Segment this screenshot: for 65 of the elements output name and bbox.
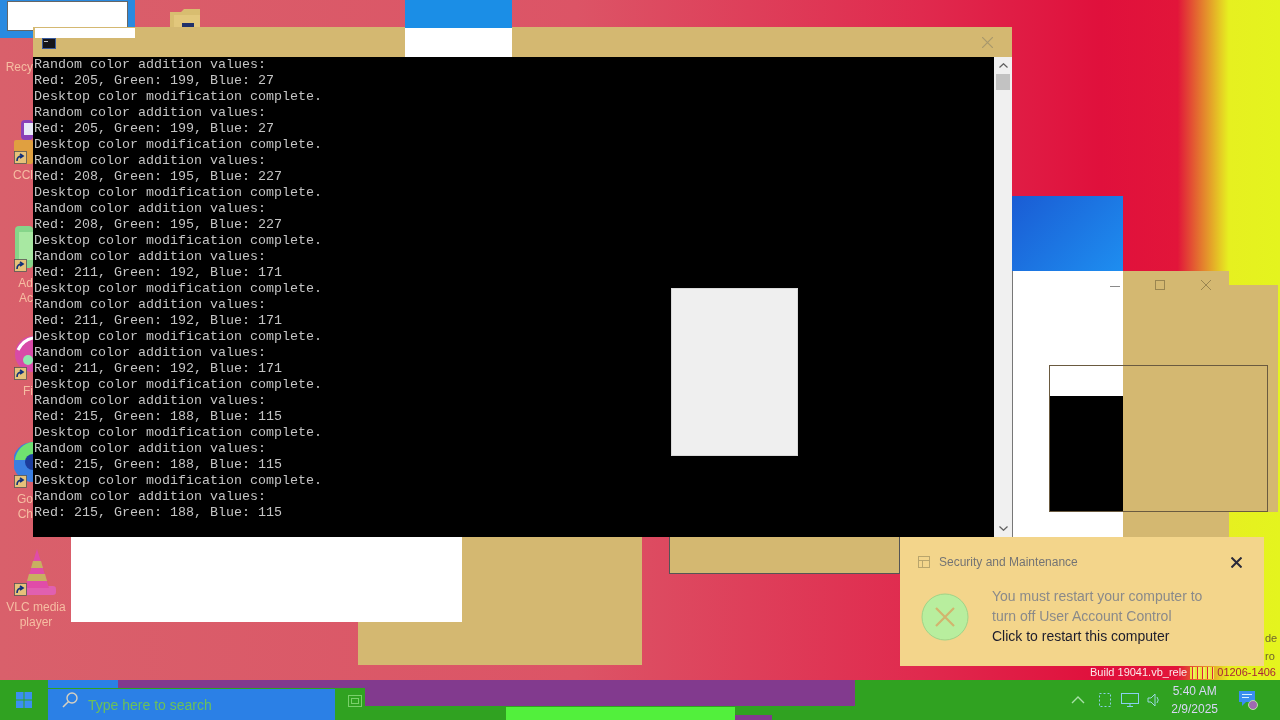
console-line: Random color addition values: [34, 57, 267, 73]
app-shortcut-icon[interactable] [14, 226, 33, 272]
console-line: Red: 215, Green: 188, Blue: 115 [34, 409, 283, 425]
console-line: Random color addition values: [34, 153, 267, 169]
scrollbar[interactable] [994, 57, 1012, 537]
console-line: Desktop color modification complete. [34, 137, 323, 153]
console-line: Desktop color modification complete. [34, 89, 323, 105]
console-line: Red: 208, Green: 195, Blue: 227 [34, 169, 283, 185]
close-icon[interactable] [1231, 556, 1242, 568]
chevron-up-icon[interactable] [998, 63, 1008, 68]
shortcut-label[interactable]: Recy [5, 60, 33, 75]
speaker-icon[interactable] [1147, 693, 1162, 707]
edge-text: ro [1265, 649, 1276, 664]
app-shortcut-icon[interactable] [14, 442, 33, 488]
shortcut-label[interactable]: Fi [23, 384, 33, 399]
traffic-cone-icon[interactable] [14, 548, 58, 596]
console-line: Red: 211, Green: 192, Blue: 171 [34, 265, 283, 281]
shortcut-label[interactable]: Go Ch [17, 492, 33, 522]
console-line: Red: 215, Green: 188, Blue: 115 [34, 457, 283, 473]
shortcut-label[interactable]: VLC media player [6, 600, 66, 630]
console-line: Desktop color modification complete. [34, 377, 323, 393]
scrollbar-thumb[interactable] [996, 74, 1010, 90]
console-line: Random color addition values: [34, 105, 267, 121]
error-icon [921, 593, 969, 641]
edge-text: de [1265, 631, 1278, 646]
restart-link[interactable]: Click to restart this computer [992, 626, 1226, 646]
console-line: Desktop color modification complete. [34, 281, 323, 297]
console-line: Random color addition values: [34, 201, 267, 217]
console-line: Desktop color modification complete. [34, 185, 323, 201]
notification-toast[interactable]: Security and Maintenance You must restart your computer to turn off User Account Control Click to restart this computer [900, 537, 1264, 666]
app-shortcut-icon[interactable] [14, 120, 33, 164]
console-line: Random color addition values: [34, 249, 267, 265]
maximize-icon[interactable] [1155, 280, 1165, 290]
app-icon [918, 556, 930, 568]
console-line: Random color addition values: [34, 297, 267, 313]
noise-patch [1190, 666, 1215, 679]
console-line: Red: 208, Green: 195, Blue: 227 [34, 217, 283, 233]
console-line: Random color addition values: [34, 489, 267, 505]
console-line: Red: 211, Green: 192, Blue: 171 [34, 313, 283, 329]
task-view-icon[interactable] [348, 695, 362, 707]
console-line: Red: 211, Green: 192, Blue: 171 [34, 361, 283, 377]
monitor-icon[interactable] [1121, 693, 1140, 707]
search-icon [62, 692, 78, 708]
clock-button[interactable]: 5:40 AM 2/9/2025 [1171, 682, 1218, 718]
console-line: Desktop color modification complete. [34, 329, 323, 345]
build-text: Build 19041.vb_rele [1090, 665, 1188, 680]
console-line: Random color addition values: [34, 393, 267, 409]
console-line: Red: 205, Green: 199, Blue: 27 [34, 121, 275, 137]
console-line: Desktop color modification complete. [34, 233, 323, 249]
notification-title: Security and Maintenance [939, 555, 1078, 569]
console-line: Red: 205, Green: 199, Blue: 27 [34, 73, 275, 89]
build-text: 01206-1406 [1217, 665, 1276, 680]
console-line: Desktop color modification complete. [34, 473, 323, 489]
notification-message: You must restart your computer to turn off User Account Control [992, 587, 1204, 626]
search-field[interactable]: Type here to search [48, 689, 335, 720]
shortcut-label[interactable]: Ad Ac [18, 276, 33, 306]
folder-icon[interactable] [170, 9, 202, 27]
console-line: Random color addition values: [34, 441, 267, 457]
console-line: Red: 215, Green: 188, Blue: 115 [34, 505, 283, 521]
console-line: Desktop color modification complete. [34, 425, 323, 441]
chevron-down-icon[interactable] [998, 526, 1008, 531]
console-line: Random color addition values: [34, 345, 267, 361]
shortcut-label[interactable]: CCl [13, 168, 33, 183]
tray-app-icon[interactable] [1099, 693, 1112, 707]
notification-icon[interactable] [1238, 690, 1258, 710]
